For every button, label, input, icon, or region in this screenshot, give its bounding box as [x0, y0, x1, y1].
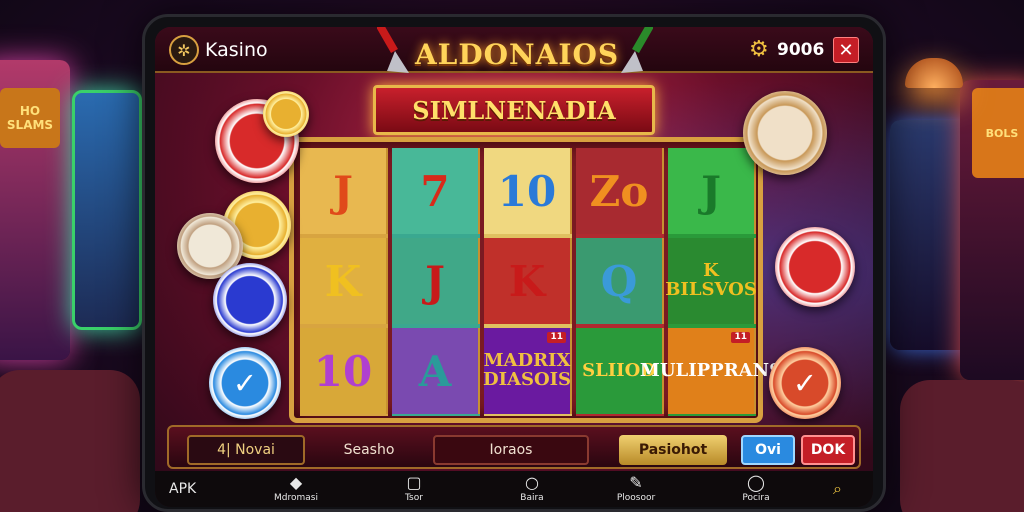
nav-item-label: Baira — [520, 493, 544, 503]
reel-symbol: MULIPPRANS 11 — [640, 328, 782, 414]
symbol-label: MADRIX DIASOIS — [482, 350, 572, 390]
reel-3: 10 K MADRIX DIASOIS 11 — [482, 148, 572, 416]
arcade-sign-left: HO SLAMS — [0, 88, 60, 148]
reel-symbol: Q — [576, 238, 664, 324]
casino-chip — [213, 263, 287, 337]
app-screen: ✲ Kasino ALDONAIOS ⚙ 9006 ✕ SIMLNENADIA … — [155, 27, 873, 507]
reel-symbol: 10 — [484, 148, 572, 234]
top-bar: ✲ Kasino ALDONAIOS ⚙ 9006 ✕ — [155, 27, 873, 73]
casino-chip: ✓ — [769, 347, 841, 419]
gear-icon[interactable]: ⚙ — [749, 37, 769, 62]
arcade-machine-left-2 — [72, 90, 142, 330]
reel-symbol: A — [392, 328, 480, 414]
tablet-device: ✲ Kasino ALDONAIOS ⚙ 9006 ✕ SIMLNENADIA … — [142, 14, 886, 512]
game-title: ALDONAIOS — [414, 37, 620, 71]
symbol-label: J — [333, 166, 353, 216]
reel-symbol: K BILSVOS — [665, 238, 757, 324]
symbol-badge: 11 — [731, 332, 750, 344]
reel-symbol: K — [484, 238, 572, 324]
ovi-button[interactable]: Ovi — [741, 435, 795, 465]
apk-label: APK — [169, 481, 197, 497]
reel-symbol: J — [668, 148, 756, 234]
globe-icon: ◯ — [747, 473, 765, 492]
reel-symbol: Zo — [576, 148, 664, 234]
dok-button[interactable]: DOK — [801, 435, 855, 465]
trumpet-left-icon — [377, 27, 409, 73]
window-icon: ▢ — [406, 473, 422, 492]
pasiohot-button[interactable]: Pasiohot — [619, 435, 727, 465]
ioraos-field[interactable]: Ioraos — [433, 435, 589, 465]
nav-item-tsor[interactable]: ▢ Tsor — [369, 473, 459, 503]
app-logo-icon: ✲ — [169, 35, 199, 65]
symbol-label: 7 — [420, 166, 450, 216]
symbol-label: 10 — [497, 166, 557, 216]
casino-chip — [263, 91, 309, 137]
ceiling-lamp — [905, 58, 963, 88]
nav-item-label: Tsor — [405, 493, 423, 503]
app-name: Kasino — [205, 39, 268, 61]
circle-icon: ○ — [525, 473, 539, 492]
symbol-label: J — [701, 166, 721, 216]
coin-balance: 9006 — [777, 40, 825, 60]
symbol-label: 10 — [313, 346, 373, 396]
nav-item-ploosoor[interactable]: ✎ Ploosoor — [591, 473, 681, 503]
nav-item-mdromasi[interactable]: ◆ Mdromasi — [251, 473, 341, 503]
symbol-label: Q — [600, 256, 638, 306]
nav-item-label: Ploosoor — [616, 493, 656, 503]
symbol-label: A — [418, 346, 452, 396]
symbol-label: MULIPPRANS — [639, 359, 783, 381]
symbol-badge: 11 — [547, 332, 566, 344]
bottom-nav: APK ◆ Mdromasi ▢ Tsor ○ Baira ✎ Ploosoor ◯ Pocira… — [155, 471, 873, 507]
symbol-label: J — [425, 256, 445, 306]
reel-symbol: 7 — [392, 148, 480, 234]
slot-reels: J K 10 7 J A 10 K MADRIX DIASOIS 11 Zo Q SLIIOD J K BI… — [289, 137, 782, 423]
nav-item-label: Mdromasi — [274, 493, 318, 503]
arcade-sign-right: BOLS — [972, 88, 1024, 178]
chair-right — [900, 380, 1024, 512]
control-bar: 4| Novai Seasho Ioraos Pasiohot Ovi DOK — [167, 425, 861, 469]
nav-item-baira[interactable]: ○ Baira — [487, 473, 577, 503]
reel-symbol: MADRIX DIASOIS 11 — [482, 328, 572, 414]
nav-item-label: Pocira — [742, 493, 770, 503]
novai-button[interactable]: 4| Novai — [187, 435, 305, 465]
nav-item-pocira[interactable]: ◯ Pocira — [711, 473, 801, 503]
reel-symbol: 10 — [300, 328, 388, 414]
search-icon[interactable]: ⌕ — [833, 479, 842, 499]
seasho-label: Seasho — [343, 442, 395, 458]
symbol-label: K — [324, 256, 362, 306]
casino-chip: ✓ — [209, 347, 281, 419]
edit-icon: ✎ — [629, 473, 643, 492]
symbol-label: K BILSVOS — [665, 260, 757, 300]
casino-chip — [743, 91, 827, 175]
reel-1: J K 10 — [300, 148, 388, 416]
close-button[interactable]: ✕ — [833, 37, 859, 63]
trumpet-right-icon — [621, 27, 653, 73]
symbol-label: Zo — [589, 166, 649, 216]
game-banner: SIMLNENADIA — [373, 85, 655, 135]
reel-symbol: J — [392, 238, 480, 324]
chair-left — [0, 370, 140, 512]
casino-chip — [775, 227, 855, 307]
symbol-label: K — [508, 256, 546, 306]
reel-5: J K BILSVOS MULIPPRANS 11 — [640, 148, 782, 416]
reel-symbol: K — [300, 238, 388, 324]
shield-icon: ◆ — [289, 473, 303, 492]
reel-2: 7 JA — [392, 148, 480, 416]
reel-symbol: J — [300, 148, 388, 234]
